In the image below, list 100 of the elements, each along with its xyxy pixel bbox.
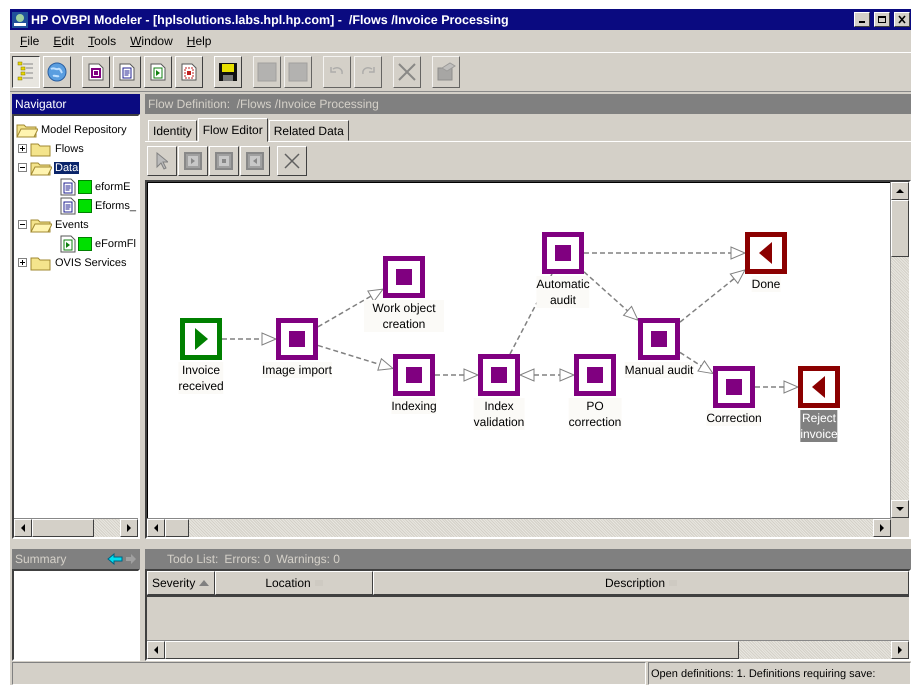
globe-button[interactable] (43, 56, 71, 88)
left-arrow-icon (19, 524, 27, 532)
new-event-button[interactable] (144, 56, 172, 88)
outline-view-button[interactable] (12, 56, 40, 88)
column-header[interactable]: Severity (147, 571, 215, 595)
vertical-scrollbar[interactable] (890, 182, 909, 518)
expand-icon[interactable] (18, 144, 27, 153)
maximize-icon (877, 15, 887, 24)
menu-item[interactable]: File (14, 34, 46, 48)
status-square-icon (78, 180, 92, 194)
square-icon (396, 269, 412, 285)
activity-node[interactable] (574, 354, 616, 396)
connector-arrow (755, 380, 800, 394)
activity-node-icon (215, 152, 233, 170)
start-node-tool-button[interactable] (178, 146, 208, 176)
up-arrow-icon (896, 187, 904, 195)
scroll-right-button[interactable] (120, 519, 138, 537)
folder-icon (30, 140, 52, 156)
collapse-icon[interactable] (18, 163, 27, 172)
scrollbar-thumb[interactable] (165, 641, 738, 659)
document-icon (150, 63, 166, 81)
new-process-button[interactable] (82, 56, 110, 88)
expand-icon[interactable] (18, 258, 27, 267)
end-node-tool-button[interactable] (240, 146, 270, 176)
app-icon (12, 12, 28, 28)
square-icon (726, 379, 742, 395)
horizontal-scrollbar[interactable] (147, 518, 891, 537)
right-arrow-icon (878, 524, 886, 532)
menu-item[interactable]: Help (180, 34, 218, 48)
connector-arrow (680, 269, 746, 323)
scroll-down-button[interactable] (891, 500, 909, 518)
scrollbar-thumb[interactable] (32, 519, 94, 537)
right-arrow-icon (125, 524, 133, 532)
panel-title: Navigator (12, 94, 140, 114)
end-node[interactable] (798, 366, 840, 408)
scroll-left-button[interactable] (14, 519, 32, 537)
document-icon (181, 63, 197, 81)
close-button[interactable] (894, 12, 910, 27)
tree-item[interactable]: eFormFl (94, 238, 137, 250)
new-data-button[interactable] (113, 56, 141, 88)
scrollbar-thumb[interactable] (165, 519, 190, 537)
tab[interactable]: Identity (148, 120, 197, 141)
column-header[interactable]: Location (215, 571, 373, 595)
horizontal-scrollbar[interactable] (14, 518, 138, 537)
column-title: Description (604, 576, 666, 590)
menu-item[interactable]: Edit (47, 34, 80, 48)
column-title: Location (265, 576, 311, 590)
activity-node[interactable] (393, 354, 435, 396)
pointer-tool-button[interactable] (147, 146, 177, 176)
right-arrow-icon (896, 646, 904, 654)
column-header[interactable]: Description (373, 571, 909, 595)
back-triangle-icon (812, 376, 826, 398)
tab[interactable]: Related Data (268, 120, 349, 141)
scroll-left-button[interactable] (147, 519, 165, 537)
activity-node[interactable] (478, 354, 520, 396)
folder-icon (30, 254, 52, 270)
node-label: Index validation (474, 398, 524, 430)
panel-title: Flow Definition: /Flows /Invoice Processing (145, 94, 911, 114)
forward-arrow-icon (125, 553, 137, 565)
activity-node[interactable] (276, 318, 318, 360)
tree-item[interactable]: Eforms_ (94, 200, 137, 212)
end-node[interactable] (745, 232, 787, 274)
square-icon (555, 245, 571, 261)
activity-node-tool-button[interactable] (209, 146, 239, 176)
menu-item[interactable]: Tools (82, 34, 122, 48)
tree-item[interactable]: eformE (94, 180, 132, 192)
save-button[interactable] (214, 56, 242, 88)
scrollbar-thumb[interactable] (891, 200, 909, 257)
node-label: Manual audit (624, 362, 694, 378)
scroll-left-button[interactable] (147, 641, 165, 659)
tree-item[interactable]: Data (54, 162, 80, 174)
maximize-button[interactable] (874, 12, 890, 27)
start-node[interactable] (180, 318, 222, 360)
scroll-right-button[interactable] (873, 519, 891, 537)
delete-tool-button[interactable] (277, 146, 307, 176)
square-icon (651, 331, 667, 347)
horizontal-scrollbar[interactable] (147, 640, 909, 659)
back-triangle-icon (759, 242, 773, 264)
close-icon (897, 15, 907, 24)
menu-item[interactable]: Window (124, 34, 179, 48)
back-arrow-icon (107, 553, 123, 565)
square-icon (406, 367, 422, 383)
scroll-right-button[interactable] (891, 641, 909, 659)
tree-item[interactable]: Events (54, 218, 90, 230)
tree-item[interactable]: Model Repository (40, 124, 128, 136)
globe-icon (47, 62, 67, 82)
minimize-button[interactable] (854, 12, 870, 27)
tab[interactable]: Flow Editor (198, 118, 268, 142)
square-icon (491, 367, 507, 383)
scroll-up-button[interactable] (891, 182, 909, 200)
tree-item[interactable]: OVIS Services (54, 256, 128, 268)
collapse-icon[interactable] (18, 220, 27, 229)
tree-item[interactable]: Flows (54, 142, 85, 154)
activity-node[interactable] (713, 366, 755, 408)
new-service-button[interactable] (175, 56, 203, 88)
open-folder-icon (30, 160, 52, 176)
activity-node[interactable] (542, 232, 584, 274)
activity-node[interactable] (383, 256, 425, 298)
activity-node[interactable] (638, 318, 680, 360)
document-icon (60, 178, 76, 196)
